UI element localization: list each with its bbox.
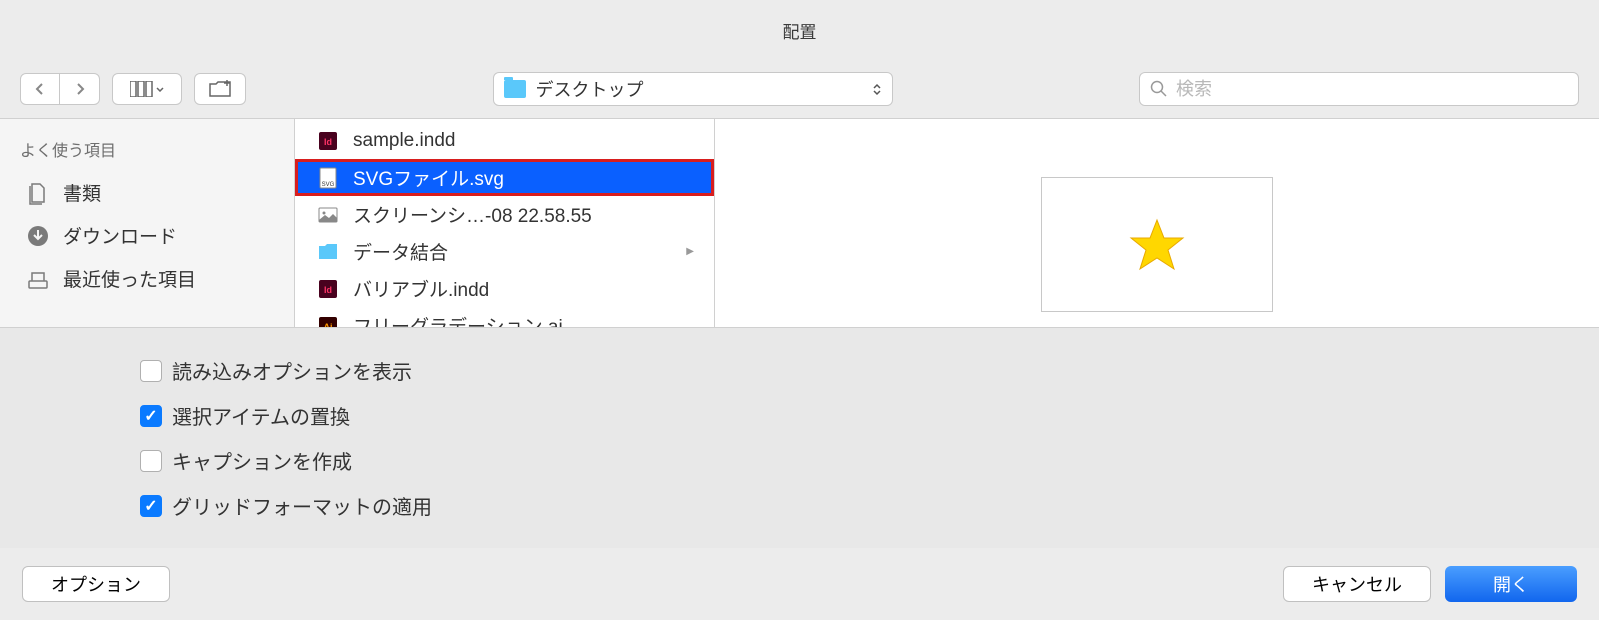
location-dropdown[interactable]: デスクトップ (493, 72, 893, 106)
svg-text:Id: Id (324, 137, 332, 147)
sidebar-item-label: 最近使った項目 (63, 265, 196, 292)
chevron-right-icon (75, 82, 85, 96)
option-label: 読み込みオプションを表示 (172, 356, 412, 385)
chevron-down-icon (156, 87, 164, 92)
image-icon (315, 202, 341, 228)
location-label: デスクトップ (536, 76, 872, 102)
file-item[interactable]: SVG SVGファイル.svg (295, 159, 714, 196)
recents-icon (25, 266, 51, 292)
option-row: キャプションを作成 (140, 438, 1459, 483)
svg-text:SVG: SVG (322, 182, 335, 188)
search-box[interactable] (1139, 72, 1579, 106)
star-icon (1127, 215, 1187, 275)
ai-icon: Ai (315, 313, 341, 328)
file-item[interactable]: データ結合 ▶ (295, 233, 714, 270)
svg-text:Ai: Ai (324, 322, 333, 328)
file-name: スクリーンシ…-08 22.58.55 (353, 201, 592, 228)
updown-icon (872, 83, 882, 96)
search-icon (1150, 80, 1168, 98)
indd-icon: Id (315, 276, 341, 302)
sidebar: よく使う項目 書類 ダウンロード 最近使った項目 (0, 119, 295, 327)
file-name: フリーグラデーション.ai (353, 312, 563, 327)
file-item[interactable]: スクリーンシ…-08 22.58.55 (295, 196, 714, 233)
option-label: 選択アイテムの置換 (172, 401, 350, 430)
window-title: 配置 (783, 18, 817, 43)
indd-icon: Id (315, 128, 341, 154)
file-item[interactable]: Id sample.indd (295, 123, 714, 159)
file-item[interactable]: Id バリアブル.indd (295, 270, 714, 307)
svg-icon: SVG (315, 165, 341, 191)
documents-icon (25, 180, 51, 206)
sidebar-item-label: 書類 (63, 179, 101, 206)
sidebar-header: よく使う項目 (0, 137, 294, 171)
file-name: sample.indd (353, 130, 455, 152)
folder-icon (315, 239, 341, 265)
search-input[interactable] (1176, 79, 1568, 100)
svg-text:Id: Id (324, 285, 332, 295)
columns-icon (130, 81, 154, 97)
forward-button[interactable] (60, 73, 100, 105)
preview-thumbnail (1041, 177, 1273, 312)
folder-icon (504, 80, 526, 98)
checkbox[interactable] (140, 450, 162, 472)
file-name: データ結合 (353, 238, 448, 265)
option-row: 選択アイテムの置換 (140, 393, 1459, 438)
option-label: キャプションを作成 (172, 446, 352, 475)
view-mode-button[interactable] (112, 73, 182, 105)
folder-plus-icon (208, 80, 232, 98)
downloads-icon (25, 223, 51, 249)
option-row: 読み込みオプションを表示 (140, 348, 1459, 393)
window-titlebar: 配置 (0, 0, 1599, 60)
sidebar-item-label: ダウンロード (63, 222, 177, 249)
open-button[interactable]: 開く (1445, 566, 1577, 602)
file-name: バリアブル.indd (353, 275, 489, 302)
back-button[interactable] (20, 73, 60, 105)
checkbox[interactable] (140, 495, 162, 517)
footer: オプション キャンセル 開く (0, 548, 1599, 620)
sidebar-item-downloads[interactable]: ダウンロード (0, 214, 294, 257)
chevron-left-icon (35, 82, 45, 96)
new-folder-button[interactable] (194, 73, 246, 105)
file-item[interactable]: Ai フリーグラデーション.ai (295, 307, 714, 327)
content-area: よく使う項目 書類 ダウンロード 最近使った項目 Id sample.indd SV… (0, 118, 1599, 328)
sidebar-item-documents[interactable]: 書類 (0, 171, 294, 214)
checkbox[interactable] (140, 405, 162, 427)
nav-group (20, 73, 100, 105)
options-button[interactable]: オプション (22, 566, 170, 602)
options-panel: 読み込みオプションを表示選択アイテムの置換キャプションを作成グリッドフォーマット… (0, 328, 1599, 548)
option-label: グリッドフォーマットの適用 (172, 491, 432, 520)
preview-pane (715, 119, 1599, 327)
sidebar-item-recents[interactable]: 最近使った項目 (0, 257, 294, 300)
cancel-button[interactable]: キャンセル (1283, 566, 1431, 602)
checkbox[interactable] (140, 360, 162, 382)
file-name: SVGファイル.svg (353, 164, 504, 191)
option-row: グリッドフォーマットの適用 (140, 483, 1459, 528)
toolbar: デスクトップ (0, 60, 1599, 118)
chevron-right-icon: ▶ (686, 246, 694, 257)
file-list[interactable]: Id sample.indd SVG SVGファイル.svg スクリーンシ…-08 22… (295, 119, 715, 327)
